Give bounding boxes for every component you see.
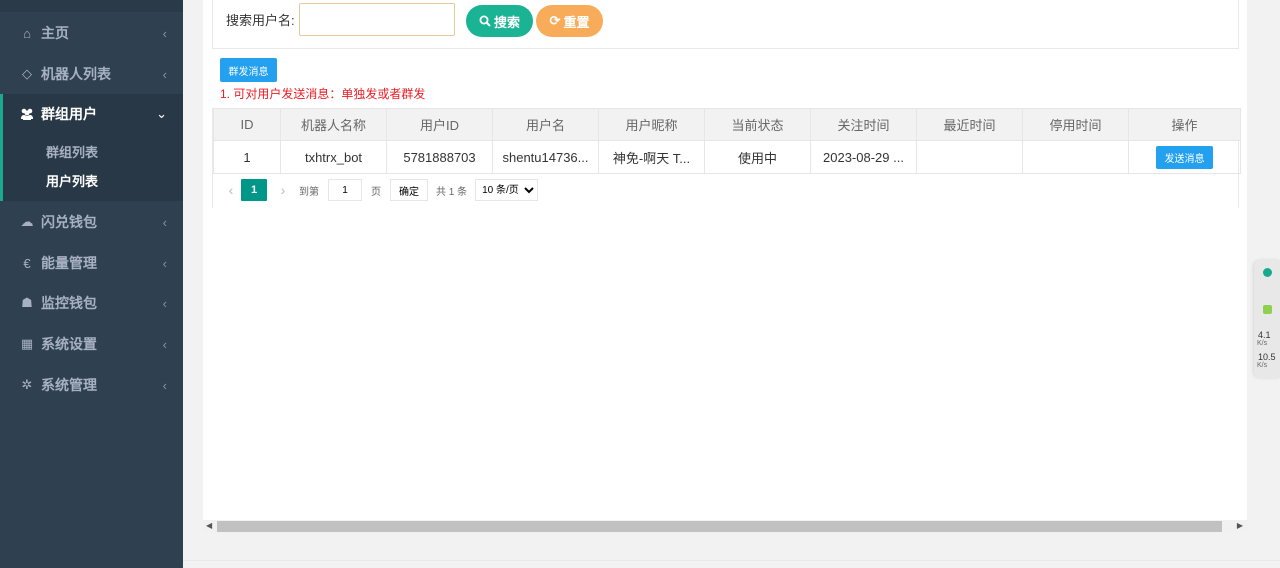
goto-label: 到第	[299, 186, 319, 198]
search-button-label: 搜索	[493, 14, 520, 30]
upload-speed-value: 4.1	[1258, 330, 1271, 340]
sidebar-item-label: 监控钱包	[41, 295, 97, 311]
column-header[interactable]: 机器人名称	[280, 108, 387, 141]
cell-disabled-time	[1022, 140, 1129, 174]
chevron-left-icon: ‹	[162, 255, 167, 271]
sidebar-item-label: 群组用户	[41, 106, 97, 122]
column-header[interactable]: ID	[213, 108, 281, 141]
goto-page-input[interactable]	[328, 179, 362, 201]
column-header[interactable]: 停用时间	[1022, 108, 1129, 141]
sidebar-item-energy[interactable]: € 能量管理 ‹	[0, 243, 183, 283]
scroll-left-icon[interactable]: ◀	[206, 521, 212, 530]
column-header[interactable]: 用户名	[492, 108, 599, 141]
shield-icon: ☗	[21, 295, 33, 310]
sidebar-group-users: 群组用户 ⌄ 群组列表 用户列表	[0, 94, 183, 201]
cell-status: 使用中	[704, 140, 811, 174]
main-content: 搜索用户名: 搜索 ⟳ 重置 群发消息 1. 可对用户发送消息：单独发或者群发 …	[203, 0, 1247, 520]
page-unit-label: 页	[371, 186, 381, 198]
chevron-left-icon: ‹	[162, 336, 167, 352]
gear-icon: ✲	[21, 377, 33, 392]
chevron-down-icon: ⌄	[156, 106, 167, 121]
chevron-left-icon: ‹	[162, 377, 167, 393]
column-header[interactable]: 操作	[1128, 108, 1241, 141]
sidebar-item-label: 闪兑钱包	[41, 214, 97, 230]
diamond-icon: ◇	[22, 66, 32, 81]
search-label: 搜索用户名:	[226, 13, 295, 28]
scrollbar-thumb[interactable]	[217, 521, 1222, 532]
chevron-left-icon: ‹	[162, 214, 167, 230]
users-icon-svg	[21, 108, 33, 120]
cell-nickname: 神免-啊天 T...	[598, 140, 705, 174]
home-icon: ⌂	[23, 25, 31, 41]
page-size-select[interactable]: 10 条/页	[475, 179, 539, 201]
sidebar-top-strip	[0, 0, 183, 12]
sidebar-subitem-user-list[interactable]: 用户列表	[46, 171, 98, 190]
chevron-left-icon: ‹	[162, 25, 167, 41]
reset-button-label: 重置	[563, 14, 590, 30]
scroll-right-icon[interactable]: ▶	[1237, 521, 1243, 530]
send-message-button[interactable]: 发送消息	[1156, 145, 1213, 169]
cell-username: shentu14736...	[492, 140, 599, 174]
table-header-row: ID 机器人名称 用户ID 用户名 用户昵称 当前状态 关注时间 最近时间 停用…	[213, 108, 1241, 141]
search-button[interactable]: 搜索	[466, 5, 533, 37]
sidebar-item-flash-wallet[interactable]: ☁ 闪兑钱包 ‹	[0, 202, 183, 242]
sidebar-item-label: 能量管理	[41, 255, 97, 271]
sidebar-item-monitor-wallet[interactable]: ☗ 监控钱包 ‹	[0, 283, 183, 323]
chevron-left-icon: ‹	[162, 66, 167, 82]
column-header[interactable]: 当前状态	[704, 108, 811, 141]
search-icon	[479, 15, 491, 27]
cell-bot-name: txhtrx_bot	[280, 140, 387, 174]
sidebar-item-group-users[interactable]: 群组用户 ⌄	[0, 94, 183, 134]
prev-page-icon[interactable]: ‹	[221, 182, 241, 198]
sidebar: ⌂ 主页 ‹ ◇ 机器人列表 ‹ 群组用户 ⌄ 群组列表 用户列表 ☁ 闪兑钱包…	[0, 0, 183, 568]
cloud-icon: ☁	[20, 214, 34, 229]
sidebar-subitem-group-list[interactable]: 群组列表	[46, 142, 98, 161]
sidebar-item-system-admin[interactable]: ✲ 系统管理 ‹	[0, 365, 183, 405]
cell-action: 发送消息	[1128, 140, 1241, 174]
search-panel: 搜索用户名: 搜索 ⟳ 重置	[212, 0, 1239, 49]
cell-user-id: 5781888703	[386, 140, 493, 174]
sidebar-item-label: 主页	[41, 25, 69, 41]
sidebar-item-label: 机器人列表	[41, 66, 111, 82]
pagination: ‹ 1 › 到第 页 确定 共 1 条 10 条/页	[221, 178, 539, 202]
sidebar-item-bot-list[interactable]: ◇ 机器人列表 ‹	[0, 54, 183, 94]
sidebar-item-home[interactable]: ⌂ 主页 ‹	[0, 13, 183, 53]
user-table-grid: ID 机器人名称 用户ID 用户名 用户昵称 当前状态 关注时间 最近时间 停用…	[213, 108, 1241, 174]
upload-speed-unit: K/s	[1257, 340, 1268, 347]
horizontal-scrollbar[interactable]: ◀ ▶	[203, 520, 1247, 533]
app-icon	[1263, 305, 1272, 314]
table-row[interactable]: 1 txhtrx_bot 5781888703 shentu14736... 神…	[213, 140, 1241, 174]
notice-text: 1. 可对用户发送消息：单独发或者群发	[220, 87, 426, 101]
users-icon	[19, 108, 35, 120]
cell-id: 1	[213, 140, 281, 174]
current-page[interactable]: 1	[241, 179, 267, 201]
download-speed-value: 10.5	[1258, 352, 1276, 362]
network-speed-widget[interactable]: 4.1 K/s 10.5 K/s	[1254, 260, 1280, 378]
next-page-icon[interactable]: ›	[273, 182, 293, 198]
goto-confirm-button[interactable]: 确定	[390, 179, 428, 201]
sidebar-item-label: 系统设置	[41, 336, 97, 352]
cell-last-time	[916, 140, 1023, 174]
column-header[interactable]: 用户ID	[386, 108, 493, 141]
column-header[interactable]: 关注时间	[810, 108, 917, 141]
column-header[interactable]: 最近时间	[916, 108, 1023, 141]
sidebar-item-label: 系统管理	[41, 377, 97, 393]
status-dot-icon	[1263, 268, 1272, 277]
euro-icon: €	[23, 255, 31, 271]
total-count: 共 1 条	[436, 186, 468, 198]
footer-divider	[183, 560, 1280, 561]
search-input[interactable]	[299, 3, 455, 36]
cell-follow-time: 2023-08-29 ...	[810, 140, 917, 174]
download-speed-unit: K/s	[1257, 362, 1268, 369]
mass-send-button[interactable]: 群发消息	[220, 58, 277, 82]
refresh-icon: ⟳	[549, 13, 561, 28]
column-header[interactable]: 用户昵称	[598, 108, 705, 141]
chevron-left-icon: ‹	[162, 295, 167, 311]
sidebar-item-system-settings[interactable]: ▦ 系统设置 ‹	[0, 324, 183, 364]
reset-button[interactable]: ⟳ 重置	[536, 5, 603, 37]
windows-icon: ▦	[20, 336, 34, 351]
